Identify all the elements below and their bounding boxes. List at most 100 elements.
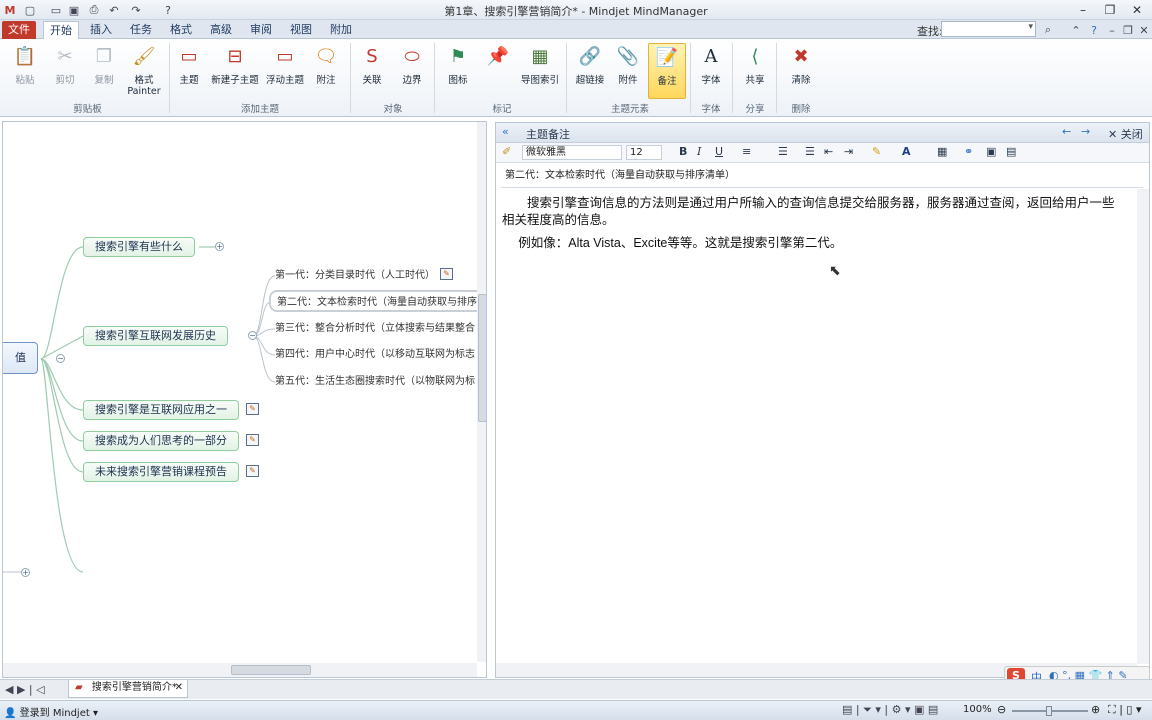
- note-icon[interactable]: ✎: [246, 465, 259, 477]
- subtopic-button[interactable]: ⊟ 新建子主题: [210, 43, 260, 103]
- close-tab-icon[interactable]: ✕: [175, 680, 183, 696]
- doc-close-icon[interactable]: ✕: [1136, 22, 1152, 38]
- align-icon[interactable]: ≡: [742, 145, 751, 158]
- link-icon[interactable]: ⚭: [964, 145, 973, 158]
- underline-icon[interactable]: U: [715, 145, 723, 158]
- map-vertical-scrollbar[interactable]: [477, 122, 486, 662]
- tab-nav-arrows-icon[interactable]: ◀ ▶ | ◁: [5, 683, 45, 696]
- search-input[interactable]: [941, 21, 1036, 37]
- highlight-icon[interactable]: ✎: [872, 145, 881, 158]
- group-topic-elements-label: 主题元素: [610, 104, 649, 115]
- help-circle-icon[interactable]: ?: [1086, 22, 1102, 38]
- boundary-button[interactable]: ⬭ 边界: [397, 43, 427, 103]
- central-topic[interactable]: 值: [3, 342, 38, 374]
- tab-view[interactable]: 视图: [286, 21, 316, 39]
- scroll-thumb[interactable]: [231, 665, 311, 675]
- expand-topic-icon[interactable]: +: [21, 568, 30, 577]
- login-status[interactable]: 👤 登录到 Mindjet ▾: [4, 704, 98, 719]
- note-icon[interactable]: ✎: [246, 434, 259, 446]
- bullet-list-icon[interactable]: ☰: [805, 145, 815, 158]
- tab-home[interactable]: 开始: [43, 21, 79, 39]
- tab-file[interactable]: 文件: [2, 21, 36, 39]
- binoculars-icon[interactable]: ⌕: [1040, 22, 1056, 38]
- zoom-slider[interactable]: [1012, 706, 1088, 716]
- restore-button[interactable]: ❐: [1097, 1, 1123, 18]
- tab-tasks[interactable]: 任务: [126, 21, 156, 39]
- mind-map-canvas[interactable]: 值 − 搜索引擎有些什么 + 搜索引擎互联网发展历史 − 第一代：分类目录时代（…: [2, 121, 487, 678]
- doc-restore-icon[interactable]: ❐: [1120, 22, 1136, 38]
- topic-button[interactable]: ▭ 主题: [175, 43, 203, 103]
- clear-button[interactable]: ✖ 清除: [786, 43, 816, 103]
- close-notes-button[interactable]: ✕ 关闭: [1108, 126, 1143, 142]
- tab-review[interactable]: 审阅: [246, 21, 276, 39]
- image-icon[interactable]: ▣: [986, 145, 996, 158]
- attachment-button[interactable]: 📎 附件: [614, 43, 642, 103]
- tab-addins[interactable]: 附加: [326, 21, 356, 39]
- topic-internet-application[interactable]: 搜索引擎是互联网应用之一: [83, 400, 239, 420]
- topic-what-search-engines[interactable]: 搜索引擎有些什么: [83, 237, 195, 257]
- notes-vertical-scrollbar[interactable]: [1137, 189, 1149, 664]
- pin-button[interactable]: 📌: [485, 43, 511, 103]
- zoom-slider-thumb[interactable]: [1046, 706, 1052, 716]
- icon-button[interactable]: ⚑ 图标: [443, 43, 473, 103]
- clipboard-icon: 📋: [13, 45, 37, 67]
- font-size-select[interactable]: 12: [626, 145, 662, 160]
- note-icon[interactable]: ✎: [246, 403, 259, 415]
- tab-format[interactable]: 格式: [166, 21, 196, 39]
- zoom-out-icon[interactable]: ⊖: [997, 703, 1006, 716]
- copy-button[interactable]: ❐ 复制: [89, 43, 119, 103]
- document-tab[interactable]: ▰ 搜索引擎营销简介* ✕: [68, 680, 188, 698]
- ribbon-collapse-icon[interactable]: ⌃: [1068, 22, 1084, 38]
- topic-future-course[interactable]: 未来搜索引擎营销课程预告: [83, 462, 239, 482]
- hyperlink-button[interactable]: 🔗 超链接: [574, 43, 606, 103]
- increase-indent-icon[interactable]: ⇥: [844, 145, 853, 158]
- numbered-list-icon[interactable]: ☰: [778, 145, 788, 158]
- fit-map-icon[interactable]: ⛶ | ▯ ▾: [1108, 703, 1141, 717]
- italic-icon[interactable]: I: [697, 145, 701, 158]
- floating-topic-button[interactable]: ▭ 浮动主题: [265, 43, 305, 103]
- font-family-select[interactable]: 微软雅黑: [522, 145, 622, 160]
- back-arrow-icon[interactable]: ←: [1062, 125, 1071, 138]
- forward-arrow-icon[interactable]: →: [1081, 125, 1090, 138]
- format-painter-button[interactable]: 🖌 格式 Painter: [126, 43, 162, 103]
- boundary-icon: ⬭: [404, 45, 420, 67]
- font-button[interactable]: A 字体: [696, 43, 726, 103]
- cut-button[interactable]: ✂ 剪切: [50, 43, 80, 103]
- note-icon[interactable]: ✎: [440, 268, 453, 280]
- collapse-topic-icon[interactable]: −: [248, 331, 257, 340]
- status-tools-icon[interactable]: ▤ | ⏷ ▾ | ⚙ ▾ ▣ ▤: [842, 703, 938, 717]
- eraser-icon[interactable]: ✐: [502, 145, 511, 158]
- topic-search-thinking[interactable]: 搜索成为人们思考的一部分: [83, 431, 239, 451]
- map-index-button[interactable]: ▦ 导图索引: [520, 43, 560, 103]
- paste-button[interactable]: 📋 粘贴: [10, 43, 40, 103]
- relationship-button[interactable]: S 关联: [357, 43, 387, 103]
- font-color-icon[interactable]: A: [902, 145, 911, 158]
- tab-insert[interactable]: 插入: [86, 21, 116, 39]
- tab-advanced[interactable]: 高级: [206, 21, 236, 39]
- subtopic-gen1[interactable]: 第一代：分类目录时代（人工时代）: [275, 269, 435, 283]
- collapse-pane-icon[interactable]: «: [502, 125, 509, 138]
- map-horizontal-scrollbar[interactable]: [3, 663, 477, 677]
- format-painter-label-2: Painter: [127, 86, 161, 97]
- subtopic-gen5[interactable]: 第五代：生活生态圈搜索时代（以物联网为标: [275, 375, 475, 389]
- table-icon[interactable]: ▦: [937, 145, 947, 158]
- bold-icon[interactable]: B: [679, 145, 687, 158]
- decrease-indent-icon[interactable]: ⇤: [824, 145, 833, 158]
- zoom-in-icon[interactable]: ⊕: [1091, 703, 1100, 716]
- note-editor[interactable]: 搜索引擎查询信息的方法则是通过用户所输入的查询信息提交给服务器，服务器通过查阅，…: [502, 195, 1122, 252]
- subtopic-gen4[interactable]: 第四代：用户中心时代（以移动互联网为标志: [275, 348, 475, 362]
- notes-button[interactable]: 📝 备注: [648, 43, 686, 99]
- minimize-button[interactable]: –: [1070, 1, 1096, 18]
- scroll-thumb[interactable]: [478, 294, 486, 422]
- callout-button[interactable]: 🗨 附注: [311, 43, 341, 103]
- topic-history[interactable]: 搜索引擎互联网发展历史: [83, 326, 228, 346]
- share-button[interactable]: ⟨ 共享: [740, 43, 770, 103]
- subtopic-gen3[interactable]: 第三代：整合分析时代（立体搜索与结果整合: [275, 322, 475, 336]
- expand-topic-icon[interactable]: +: [215, 242, 224, 251]
- status-bar: 👤 登录到 Mindjet ▾ ▤ | ⏷ ▾ | ⚙ ▾ ▣ ▤ 100% ⊖…: [0, 700, 1152, 720]
- collapse-central-icon[interactable]: −: [56, 354, 65, 363]
- subtopic-gen2-selected[interactable]: 第二代：文本检索时代（海量自动获取与排序清: [269, 290, 486, 312]
- close-window-button[interactable]: ✕: [1124, 1, 1150, 18]
- insert-object-icon[interactable]: ▤: [1006, 145, 1016, 158]
- doc-minimize-icon[interactable]: –: [1104, 22, 1120, 38]
